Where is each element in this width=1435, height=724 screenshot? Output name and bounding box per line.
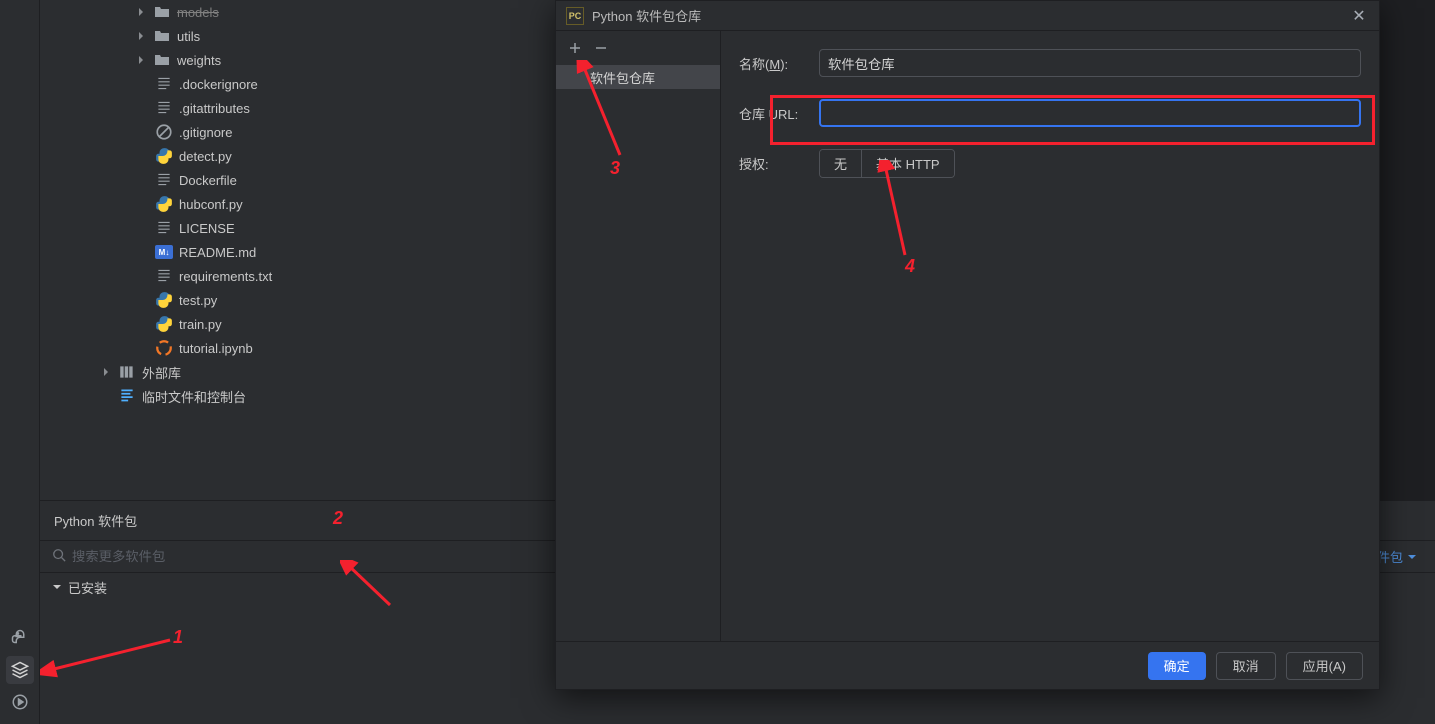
auth-toggle: 无 基本 HTTP <box>819 149 955 178</box>
close-icon[interactable]: ✕ <box>1349 6 1369 26</box>
name-label: 名称(M): <box>739 54 811 73</box>
tree-file-requirements[interactable]: requirements.txt <box>40 264 560 288</box>
tree-label: train.py <box>179 317 222 332</box>
python-file-icon <box>155 315 173 333</box>
python-repos-dialog: PC Python 软件包仓库 ✕ 软件包仓库 名称(M): 仓库 URL: <box>555 0 1380 690</box>
jupyter-file-icon <box>155 339 173 357</box>
auth-basic-button[interactable]: 基本 HTTP <box>861 150 954 177</box>
project-tree: models utils weights .dockerignore .gita… <box>40 0 560 500</box>
tree-label: 外部库 <box>142 363 181 382</box>
tree-label: detect.py <box>179 149 232 164</box>
tree-label: models <box>177 5 219 20</box>
repo-list-item[interactable]: 软件包仓库 <box>556 65 720 89</box>
tree-label: tutorial.ipynb <box>179 341 253 356</box>
dialog-header: PC Python 软件包仓库 ✕ <box>556 1 1379 31</box>
search-icon <box>52 548 66 565</box>
tree-scratches[interactable]: 临时文件和控制台 <box>40 384 560 408</box>
repo-name-input[interactable] <box>819 49 1361 77</box>
chevron-right-icon <box>100 367 112 377</box>
annotation-number-2: 2 <box>333 508 343 529</box>
remove-repo-button[interactable] <box>590 37 612 59</box>
annotation-number-1: 1 <box>173 627 183 648</box>
scratches-icon <box>118 387 136 405</box>
tree-folder-models[interactable]: models <box>40 0 560 24</box>
installed-label: 已安装 <box>68 578 107 597</box>
tree-file-readme[interactable]: M↓ README.md <box>40 240 560 264</box>
ignore-file-icon <box>155 123 173 141</box>
python-file-icon <box>155 291 173 309</box>
repo-form: 名称(M): 仓库 URL: 授权: 无 基本 HTTP <box>721 31 1379 641</box>
tree-label: Dockerfile <box>179 173 237 188</box>
tree-label: requirements.txt <box>179 269 272 284</box>
tree-label: test.py <box>179 293 217 308</box>
tree-file-dockerfile[interactable]: Dockerfile <box>40 168 560 192</box>
dialog-title-text: Python 软件包仓库 <box>592 6 701 25</box>
left-tool-rail <box>0 0 40 724</box>
ok-button[interactable]: 确定 <box>1148 652 1206 680</box>
text-file-icon <box>155 171 173 189</box>
python-file-icon <box>155 195 173 213</box>
repo-list-pane: 软件包仓库 <box>556 31 721 641</box>
tree-file-detect[interactable]: detect.py <box>40 144 560 168</box>
library-icon <box>118 363 136 381</box>
chevron-right-icon <box>135 55 147 65</box>
folder-icon <box>153 27 171 45</box>
tree-file-gitignore[interactable]: .gitignore <box>40 120 560 144</box>
packages-tool-button[interactable] <box>6 656 34 684</box>
chevron-down-icon <box>1407 552 1417 562</box>
tree-label: 临时文件和控制台 <box>142 387 246 406</box>
chevron-down-icon <box>52 582 62 592</box>
auth-label: 授权: <box>739 154 811 173</box>
tree-file-dockerignore[interactable]: .dockerignore <box>40 72 560 96</box>
tree-label: utils <box>177 29 200 44</box>
folder-icon <box>153 3 171 21</box>
pycharm-badge-icon: PC <box>566 7 584 25</box>
run-tool-button[interactable] <box>6 688 34 716</box>
python-file-icon <box>155 147 173 165</box>
tree-label: weights <box>177 53 221 68</box>
tree-folder-utils[interactable]: utils <box>40 24 560 48</box>
tree-folder-weights[interactable]: weights <box>40 48 560 72</box>
tree-label: hubconf.py <box>179 197 243 212</box>
text-file-icon <box>155 219 173 237</box>
tree-file-hubconf[interactable]: hubconf.py <box>40 192 560 216</box>
add-repo-button[interactable] <box>564 37 586 59</box>
tree-label: .dockerignore <box>179 77 258 92</box>
tree-file-license[interactable]: LICENSE <box>40 216 560 240</box>
annotation-number-4: 4 <box>905 256 915 277</box>
repo-url-input[interactable] <box>819 99 1361 127</box>
tree-file-gitattributes[interactable]: .gitattributes <box>40 96 560 120</box>
tree-file-test[interactable]: test.py <box>40 288 560 312</box>
chevron-right-icon <box>135 31 147 41</box>
annotation-number-3: 3 <box>610 158 620 179</box>
tree-label: README.md <box>179 245 256 260</box>
auth-none-button[interactable]: 无 <box>820 150 861 177</box>
tree-external-libraries[interactable]: 外部库 <box>40 360 560 384</box>
dialog-footer: 确定 取消 应用(A) <box>556 641 1379 689</box>
text-file-icon <box>155 75 173 93</box>
folder-icon <box>153 51 171 69</box>
tree-file-train[interactable]: train.py <box>40 312 560 336</box>
tree-label: .gitattributes <box>179 101 250 116</box>
apply-button[interactable]: 应用(A) <box>1286 652 1363 680</box>
chevron-right-icon <box>135 7 147 17</box>
text-file-icon <box>155 267 173 285</box>
tree-file-tutorial[interactable]: tutorial.ipynb <box>40 336 560 360</box>
text-file-icon <box>155 99 173 117</box>
cancel-button[interactable]: 取消 <box>1216 652 1276 680</box>
python-console-tool-button[interactable] <box>6 624 34 652</box>
markdown-file-icon: M↓ <box>155 245 173 259</box>
url-label: 仓库 URL: <box>739 104 811 123</box>
tree-label: LICENSE <box>179 221 235 236</box>
tree-label: .gitignore <box>179 125 232 140</box>
